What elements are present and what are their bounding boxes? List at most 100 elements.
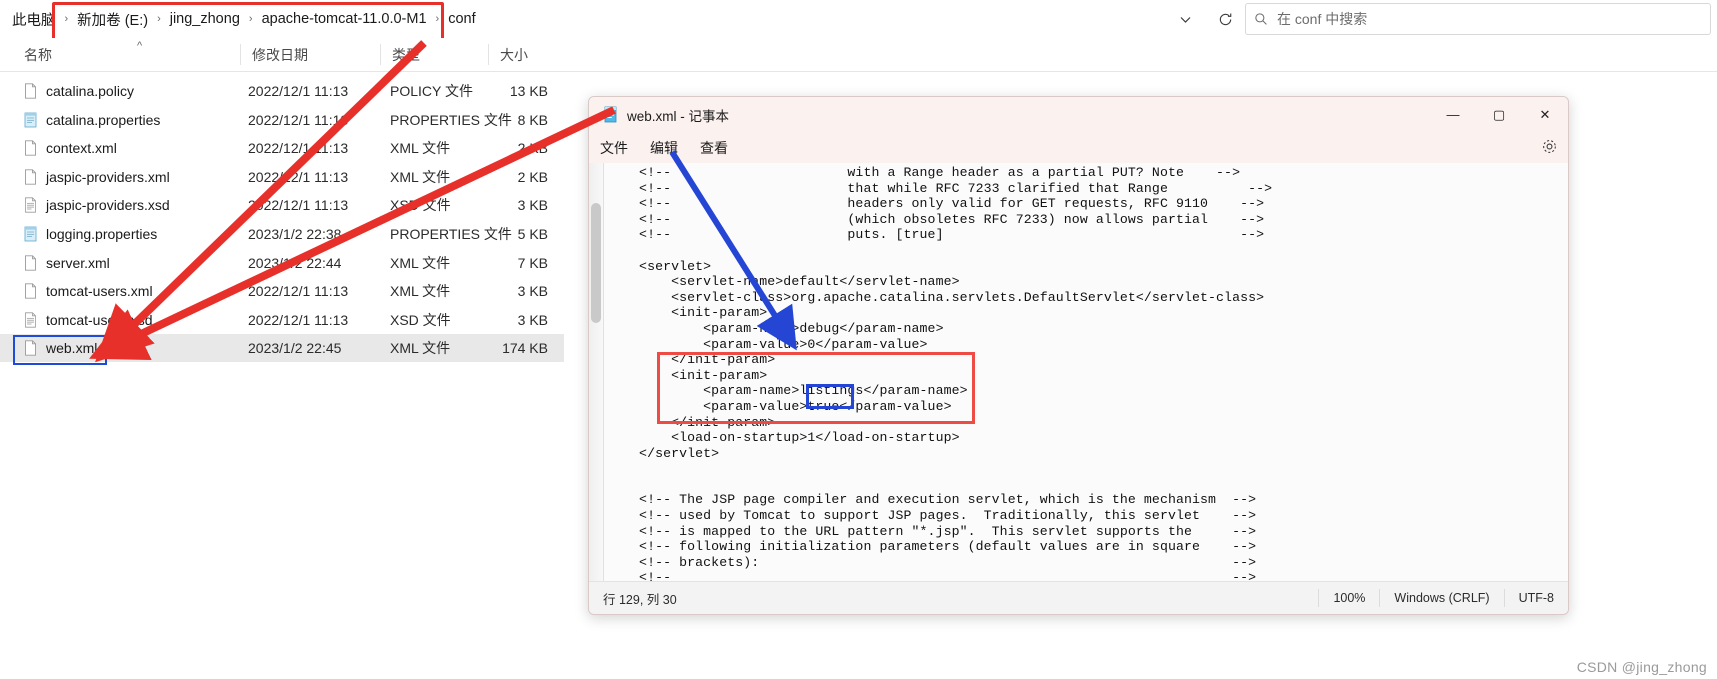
notepad-text-area[interactable]: <!-- with a Range header as a partial PU… (589, 163, 1568, 614)
minimize-button[interactable]: — (1430, 97, 1476, 132)
text-file-icon (25, 312, 36, 328)
column-divider[interactable] (240, 44, 241, 65)
table-row[interactable]: web.xml 2023/1/2 22:45 XML 文件 174 KB (0, 334, 564, 363)
breadcrumb-item-tomcat[interactable]: apache-tomcat-11.0.0-M1 (258, 11, 431, 27)
notepad-window: web.xml - 记事本 — ▢ ✕ 文件 编辑 查看 <!-- with a… (588, 96, 1569, 615)
column-divider[interactable] (380, 44, 381, 65)
zoom-level[interactable]: 100% (1319, 582, 1379, 614)
file-size-cell: 174 KB (502, 340, 548, 357)
file-size-cell: 13 KB (509, 83, 548, 99)
table-row[interactable]: context.xml 2022/12/1 11:13 XML 文件 2 KB (0, 134, 564, 162)
file-name-cell[interactable]: jaspic-providers.xml (24, 169, 170, 185)
table-row[interactable]: catalina.properties 2022/12/1 11:13 PROPER… (0, 106, 564, 134)
column-header-date[interactable]: 修改日期 (252, 38, 308, 71)
search-input[interactable]: 在 conf 中搜索 (1245, 3, 1711, 35)
table-row[interactable]: tomcat-users.xsd 2022/12/1 11:13 XSD 文件 3 K… (0, 306, 564, 334)
file-name-cell[interactable]: web.xml (24, 340, 97, 356)
file-date-cell: 2022/12/1 11:13 (248, 83, 349, 99)
table-row[interactable]: server.xml 2023/1/2 22:44 XML 文件 7 KB (0, 249, 564, 277)
file-size-cell: 3 KB (517, 311, 548, 328)
file-date-cell: 2022/12/1 11:13 (248, 311, 349, 328)
xml-content[interactable]: <!-- with a Range header as a partial PU… (607, 165, 1272, 614)
file-type-cell: XML 文件 (390, 168, 451, 185)
file-name-cell[interactable]: server.xml (24, 255, 110, 271)
file-icon (25, 283, 36, 299)
column-header-size[interactable]: 大小 (500, 38, 528, 71)
gear-icon[interactable] (1541, 138, 1558, 160)
file-size-cell: 2 KB (517, 140, 548, 157)
encoding[interactable]: UTF-8 (1505, 582, 1568, 614)
sort-ascending-icon: ^ (137, 40, 143, 52)
file-type-cell: XML 文件 (390, 283, 451, 300)
file-type-cell: POLICY 文件 (390, 83, 473, 99)
file-icon (25, 340, 36, 357)
line-ending[interactable]: Windows (CRLF) (1380, 582, 1503, 614)
file-icon (25, 169, 36, 185)
breadcrumb-separator: › (248, 13, 253, 25)
maximize-button[interactable]: ▢ (1476, 97, 1522, 132)
file-size-cell: 3 KB (517, 197, 548, 214)
file-name-text: web.xml (46, 340, 98, 357)
file-type-cell: XML 文件 (390, 254, 451, 271)
breadcrumb-separator: › (157, 13, 161, 25)
column-header-type[interactable]: 类型 (392, 38, 420, 71)
file-name-cell[interactable]: catalina.properties (24, 112, 160, 128)
file-icon (25, 254, 36, 271)
window-controls: — ▢ ✕ (1430, 97, 1568, 132)
file-name-cell[interactable]: tomcat-users.xsd (24, 312, 153, 328)
breadcrumb-separator: › (435, 13, 440, 25)
menu-file[interactable]: 文件 (589, 138, 639, 158)
file-name-cell[interactable]: logging.properties (24, 226, 157, 242)
file-name-cell[interactable]: context.xml (24, 140, 117, 156)
breadcrumb-root[interactable]: 此电脑 (8, 9, 60, 30)
breadcrumb-item-jing-zhong[interactable]: jing_zhong (166, 11, 244, 27)
vertical-scrollbar[interactable] (589, 163, 604, 581)
table-row[interactable]: jaspic-providers.xml 2022/12/1 11:13 XML 文… (0, 163, 564, 191)
file-date-cell: 2022/12/1 11:13 (248, 168, 349, 185)
file-size-cell: 2 KB (517, 168, 548, 185)
file-date-cell: 2023/1/2 22:38 (248, 226, 342, 242)
table-row[interactable]: catalina.policy 2022/12/1 11:13 POLICY 文件 1… (0, 77, 564, 105)
csdn-watermark: CSDN @jing_zhong (1576, 659, 1707, 675)
file-name-text: server.xml (46, 254, 110, 271)
address-bar-right-controls: 在 conf 中搜索 (1165, 0, 1717, 38)
cursor-position: 行 129, 列 30 (603, 592, 677, 607)
file-type-cell: XSD 文件 (390, 197, 451, 214)
search-icon (1255, 13, 1267, 25)
file-type-cell: XML 文件 (390, 140, 451, 157)
refresh-icon[interactable] (1205, 0, 1245, 38)
file-date-cell: 2023/1/2 22:44 (248, 254, 342, 271)
scrollbar-thumb[interactable] (591, 203, 601, 323)
file-name-text: tomcat-users.xml (46, 283, 153, 300)
column-header-name[interactable]: 名称 (24, 38, 52, 71)
file-size-cell: 7 KB (517, 254, 548, 271)
file-name-text: catalina.policy (46, 83, 134, 99)
breadcrumb-item-drive[interactable]: 新加卷 (E:) (73, 9, 152, 30)
breadcrumb[interactable]: 此电脑 › 新加卷 (E:) › jing_zhong › apache-tom… (8, 0, 480, 38)
file-name-cell[interactable]: catalina.policy (24, 83, 134, 99)
chevron-down-icon[interactable] (1165, 0, 1205, 38)
notepad-menu-bar: 文件 编辑 查看 (589, 132, 1568, 163)
notepad-status-bar: 行 129, 列 30 100% Windows (CRLF) UTF-8 (589, 581, 1568, 614)
breadcrumb-item-conf[interactable]: conf (444, 11, 479, 27)
file-name-text: context.xml (46, 140, 117, 157)
table-row[interactable]: tomcat-users.xml 2022/12/1 11:13 XML 文件 3 K… (0, 277, 564, 305)
file-date-cell: 2022/12/1 11:13 (248, 140, 349, 157)
menu-edit[interactable]: 编辑 (639, 138, 689, 158)
notepad-title-text: web.xml - 记事本 (627, 108, 730, 124)
file-size-cell: 8 KB (517, 111, 548, 128)
address-bar[interactable]: 此电脑 › 新加卷 (E:) › jing_zhong › apache-tom… (0, 0, 1717, 41)
file-name-cell[interactable]: jaspic-providers.xsd (24, 197, 170, 213)
notepad-icon (604, 106, 617, 123)
file-name-cell[interactable]: tomcat-users.xml (24, 283, 153, 299)
notepad-title-bar[interactable]: web.xml - 记事本 — ▢ ✕ (589, 97, 1568, 132)
file-icon (25, 83, 36, 99)
table-row[interactable]: logging.properties 2023/1/2 22:38 PROPERTI… (0, 220, 564, 248)
breadcrumb-separator: › (64, 13, 69, 25)
menu-view[interactable]: 查看 (689, 138, 739, 158)
file-size-cell: 5 KB (517, 226, 548, 242)
close-button[interactable]: ✕ (1522, 97, 1568, 132)
table-row[interactable]: jaspic-providers.xsd 2022/12/1 11:13 XSD 文… (0, 191, 564, 219)
file-size-cell: 3 KB (517, 283, 548, 300)
column-divider[interactable] (488, 44, 489, 65)
